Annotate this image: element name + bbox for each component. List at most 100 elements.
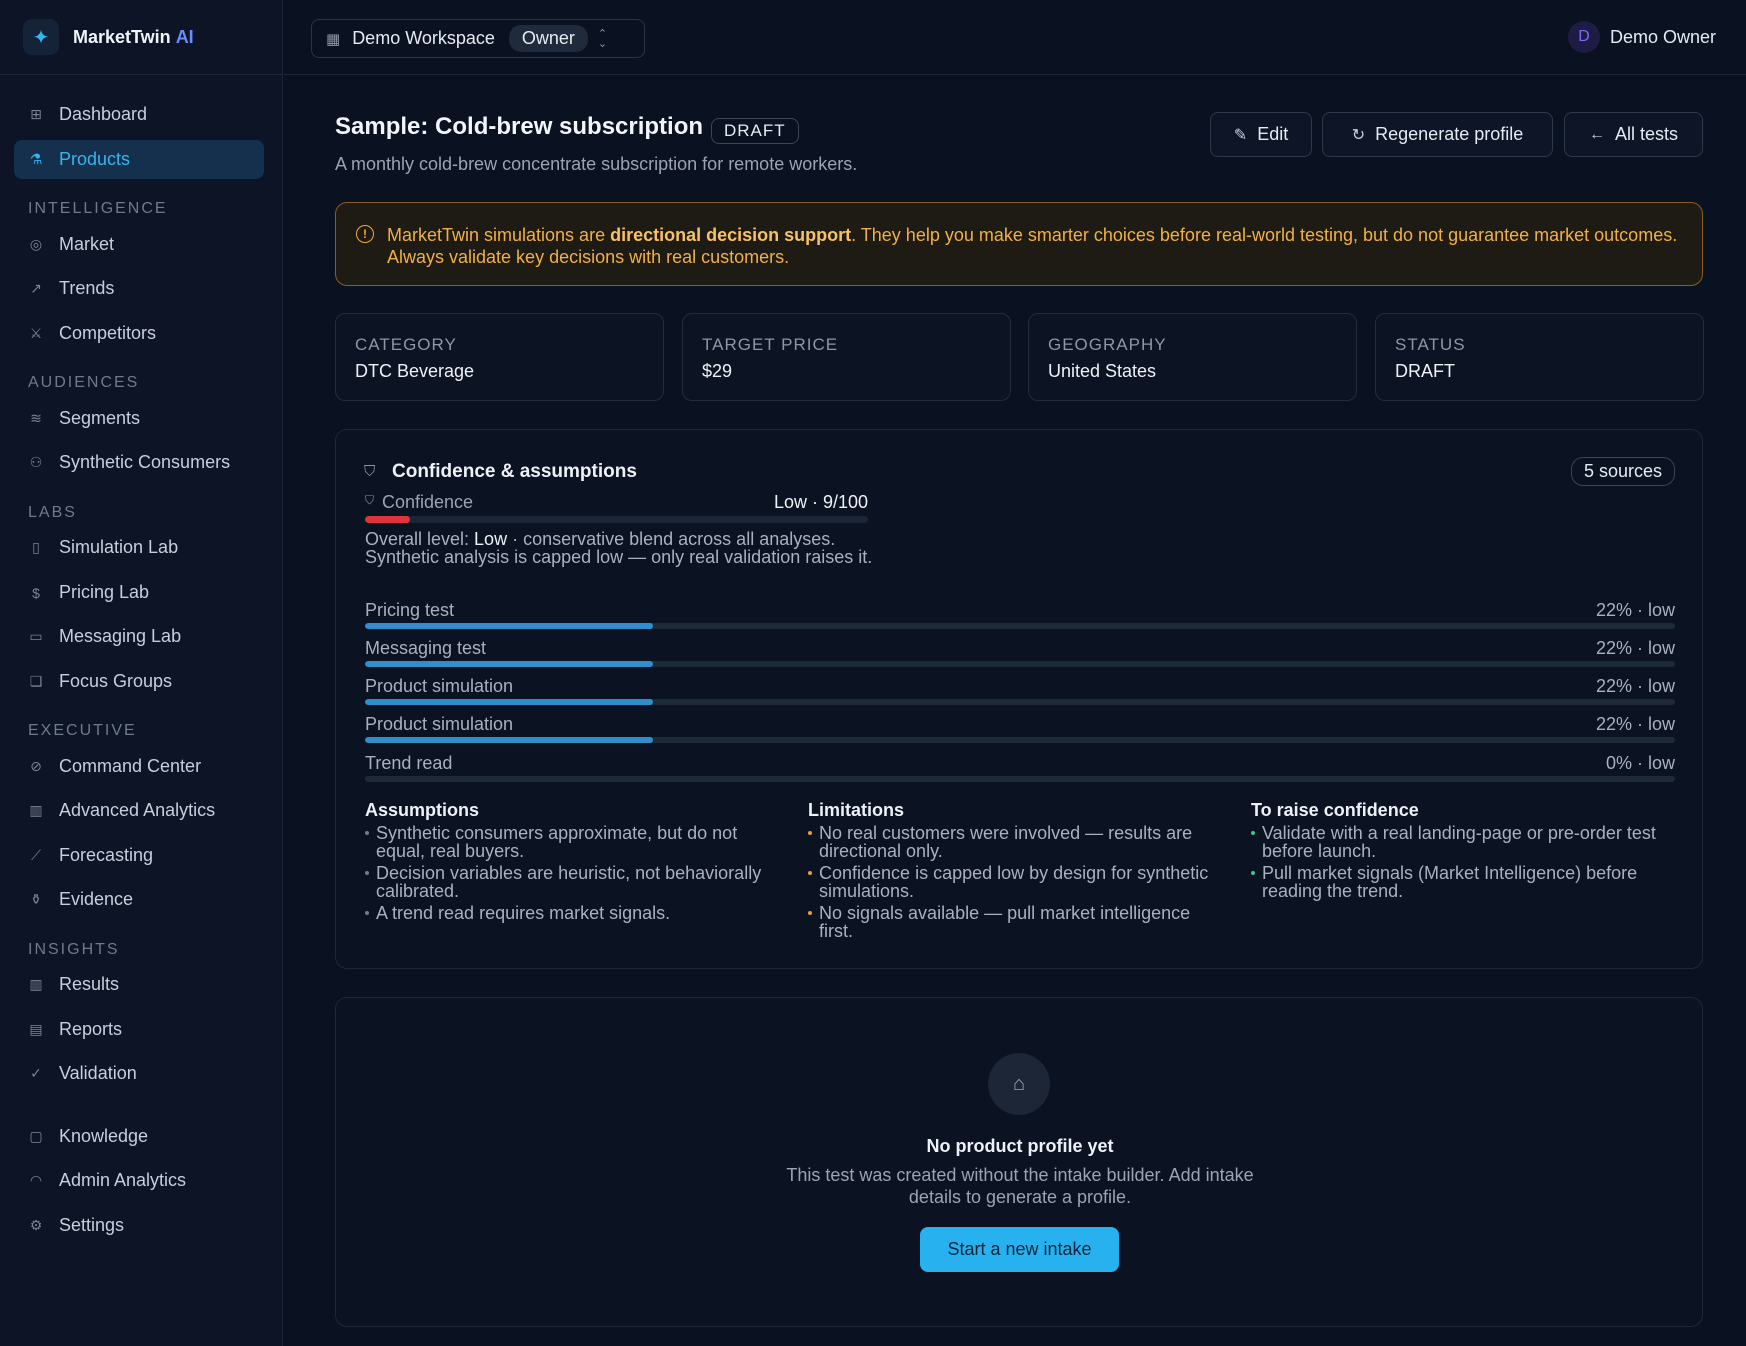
section-intelligence: INTELLIGENCE [28,200,168,217]
list-item: A trend read requires market signals. [365,904,785,922]
metric-bar [365,776,1675,782]
sidebar-item-focus-groups[interactable]: ❏ Focus Groups [14,662,264,701]
assumptions-list: Assumptions Synthetic consumers approxim… [365,800,785,926]
metric-value: 22% · low [1595,714,1675,734]
sidebar-item-settings[interactable]: ⚙ Settings [14,1206,264,1245]
sidebar-item-market[interactable]: ◎ Market [14,225,264,264]
confidence-card-title: Confidence & assumptions [392,461,637,482]
list-item: Pull market signals (Market Intelligence… [1251,864,1671,900]
stat-value: DTC Beverage [355,361,475,381]
empty-state-title: No product profile yet [926,1136,1114,1156]
sidebar-item-knowledge[interactable]: ▢ Knowledge [14,1117,264,1156]
metric-bar-fill [365,661,654,667]
edit-button[interactable]: ✎ Edit [1210,112,1312,157]
list-item: No signals available — pull market intel… [808,904,1228,940]
sidebar-item-results[interactable]: ▥ Results [14,965,264,1004]
sidebar-item-segments[interactable]: ≋ Segments [14,399,264,438]
trending-up-icon: ↗ [30,280,42,296]
sidebar-item-reports[interactable]: ▤ Reports [14,1010,264,1049]
workspace-switcher[interactable]: ▦ Demo Workspace Owner ⌃ ⌄ [311,19,645,58]
shield-icon: ⛉ [365,493,375,507]
section-executive: EXECUTIVE [28,722,137,739]
workspace-name: Demo Workspace [352,28,495,48]
metric-bar [365,661,1675,667]
sidebar-item-dashboard[interactable]: ⊞ Dashboard [14,95,264,134]
empty-state-card: ⌂ No product profile yet This test was c… [335,997,1703,1327]
dollar-icon: $ [32,584,40,601]
stat-card-status: STATUS DRAFT [1375,313,1704,401]
metric-bar [365,623,1675,629]
metric-bar-fill [365,699,654,705]
chevrons-up-down-icon: ⌃ ⌄ [597,27,608,50]
stat-card-category: CATEGORY DTC Beverage [335,313,664,401]
alert-circle-icon: ! [356,225,374,243]
confidence-label: Confidence [382,492,474,512]
sidebar-item-admin-analytics[interactable]: ◠ Admin Analytics [14,1161,264,1200]
bar-chart-icon: ▥ [29,976,43,992]
regenerate-profile-button[interactable]: ↻ Regenerate profile [1322,112,1553,157]
sidebar-item-advanced-analytics[interactable]: ▥ Advanced Analytics [14,791,264,830]
metric-label: Messaging test [365,638,487,658]
confidence-bar [365,516,868,523]
metric-row: Messaging test 22% · low [365,638,1675,668]
user-menu[interactable]: D Demo Owner [1567,21,1716,53]
workspace-role-badge: Owner [508,25,588,52]
section-labs: LABS [28,504,77,521]
stat-label: CATEGORY [355,335,457,354]
metric-label: Product simulation [365,714,514,734]
metric-row: Product simulation 22% · low [365,676,1675,706]
disclaimer-text: MarketTwin simulations are directional d… [387,225,1678,267]
section-insights: INSIGHTS [28,941,120,958]
confidence-value: Low · 9/100 [773,492,868,512]
raise-confidence-list: To raise confidence Validate with a real… [1251,800,1671,904]
test-tube-icon: ▯ [32,539,40,555]
radar-icon: ◎ [29,236,43,252]
messages-icon: ❏ [29,673,43,689]
all-tests-button[interactable]: ← All tests [1564,112,1703,157]
sidebar-item-synthetic-consumers[interactable]: ⚇ Synthetic Consumers [14,443,264,482]
sidebar-item-forecasting[interactable]: ⟋ Forecasting [14,836,264,875]
sidebar-item-products[interactable]: ⚗ Products [14,140,264,179]
assumptions-heading: Assumptions [365,800,480,820]
raise-confidence-heading: To raise confidence [1251,800,1419,820]
sidebar-item-messaging-lab[interactable]: ▭ Messaging Lab [14,617,264,656]
stat-value: United States [1048,361,1157,381]
confidence-card: ⛉ Confidence & assumptions 5 sources ⛉ C… [335,429,1703,969]
sidebar-item-command-center[interactable]: ⊘ Command Center [14,747,264,786]
gauge-icon: ◠ [29,1172,43,1188]
confidence-bar-fill [365,516,411,523]
sidebar-item-competitors[interactable]: ⚔ Competitors [14,314,264,353]
status-badge: DRAFT [711,118,799,144]
swords-icon: ⚔ [29,325,43,341]
sparkle-logo-icon: ✦ [23,19,59,55]
inbox-icon: ⌂ [988,1053,1050,1115]
gear-icon: ⚙ [29,1217,43,1233]
section-audiences: AUDIENCES [28,374,140,391]
metric-row: Pricing test 22% · low [365,600,1675,630]
start-new-intake-button[interactable]: Start a new intake [920,1227,1119,1272]
page-title: Sample: Cold-brew subscription [335,113,704,140]
metric-bar-fill [365,737,654,743]
sidebar-item-trends[interactable]: ↗ Trends [14,269,264,308]
metric-bar [365,737,1675,743]
list-item: Validate with a real landing-page or pre… [1251,824,1671,860]
user-name: Demo Owner [1609,26,1716,47]
brand[interactable]: ✦ MarketTwin AI [0,0,282,75]
grid-icon: ⊞ [30,106,42,122]
brand-name: MarketTwin AI [73,26,194,47]
pencil-icon: ✎ [1233,126,1248,144]
refresh-icon: ↻ [1351,126,1366,144]
stat-value: $29 [702,361,733,381]
overall-level-text: Overall level: Low · conservative blend … [365,529,873,567]
sidebar-item-pricing-lab[interactable]: $ Pricing Lab [14,573,264,612]
check-circle-icon: ✓ [30,1065,42,1081]
sources-badge[interactable]: 5 sources [1570,457,1675,486]
metric-row: Trend read 0% · low [365,753,1675,783]
metric-value: 0% · low [1605,753,1675,773]
sidebar-item-evidence[interactable]: ⚱ Evidence [14,880,264,919]
building-icon: ▦ [326,30,341,48]
sidebar-item-simulation-lab[interactable]: ▯ Simulation Lab [14,528,264,567]
file-text-icon: ▤ [29,1021,43,1037]
sidebar-item-validation[interactable]: ✓ Validation [14,1054,264,1093]
line-chart-icon: ⟋ [31,847,41,863]
